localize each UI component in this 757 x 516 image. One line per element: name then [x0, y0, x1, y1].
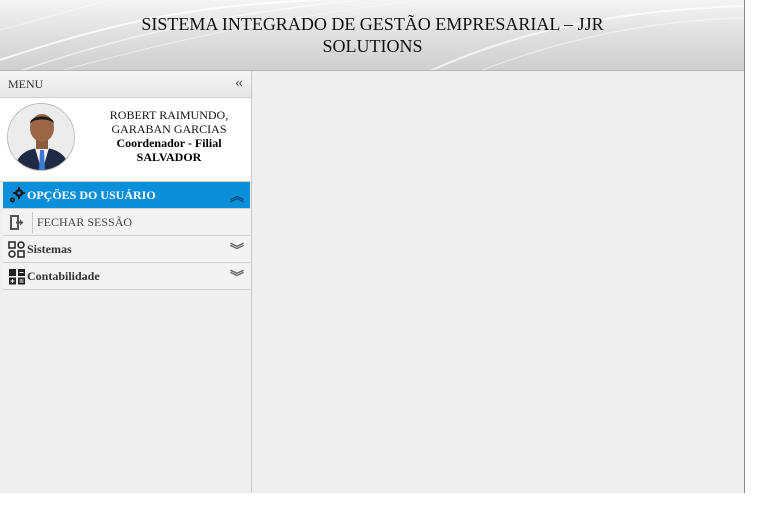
logout-icon — [10, 215, 24, 230]
chevron-double-down-icon[interactable]: ︾ — [230, 267, 244, 287]
app-title-line2: SOLUTIONS — [322, 36, 423, 56]
menu-item-logout[interactable]: FECHAR SESSÃO — [3, 209, 250, 236]
section-contabilidade-label: Contabilidade — [27, 269, 100, 283]
user-name-line1: ROBERT RAIMUNDO, — [109, 108, 229, 122]
avatar-photo-icon — [8, 104, 74, 170]
modules-icon — [8, 241, 25, 258]
user-branch: SALVADOR — [136, 150, 202, 164]
app-window: SISTEMA INTEGRADO DE GESTÃO EMPRESARIAL … — [0, 0, 745, 493]
section-sistemas[interactable]: Sistemas ︾ — [3, 236, 250, 263]
calculator-icon — [9, 269, 25, 285]
gears-icon — [10, 187, 25, 203]
avatar — [7, 103, 75, 171]
main-content-area — [252, 71, 744, 493]
menu-bar: MENU « — [0, 71, 251, 98]
section-sistemas-label: Sistemas — [27, 242, 72, 256]
section-user-options[interactable]: OPÇÕES DO USUÁRIO ︽ — [3, 182, 250, 209]
user-profile: ROBERT RAIMUNDO, GARABAN GARCIAS Coorden… — [0, 98, 251, 182]
section-contabilidade[interactable]: Contabilidade ︾ — [3, 263, 250, 290]
sidebar: MENU « ROBERT RAIMUNDO, GARABAN GARCIAS … — [0, 71, 252, 493]
double-chevron-left-icon[interactable]: « — [235, 74, 243, 92]
user-name-line2: GARABAN GARCIAS — [111, 122, 227, 136]
chevron-double-down-icon[interactable]: ︾ — [230, 240, 244, 260]
user-info: ROBERT RAIMUNDO, GARABAN GARCIAS Coorden… — [94, 108, 244, 164]
app-title-line1: SISTEMA INTEGRADO DE GESTÃO EMPRESARIAL … — [141, 14, 604, 34]
user-role: Coordenador - Filial — [116, 136, 222, 150]
item-divider — [32, 212, 33, 233]
header: SISTEMA INTEGRADO DE GESTÃO EMPRESARIAL … — [0, 0, 744, 71]
app-title: SISTEMA INTEGRADO DE GESTÃO EMPRESARIAL … — [0, 13, 744, 57]
chevron-double-up-icon[interactable]: ︽ — [230, 186, 244, 206]
menu-item-logout-label: FECHAR SESSÃO — [37, 215, 133, 229]
section-user-options-label: OPÇÕES DO USUÁRIO — [27, 188, 156, 202]
menu-label: MENU — [8, 77, 44, 91]
